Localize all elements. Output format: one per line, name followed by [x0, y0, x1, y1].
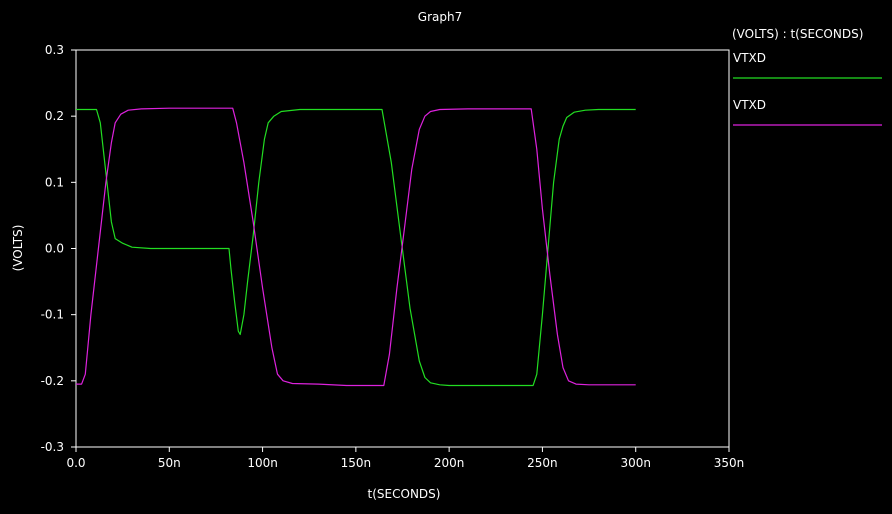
y-tick-label: 0.2	[45, 109, 64, 123]
y-tick-label: -0.2	[41, 374, 64, 388]
y-tick-label: 0.0	[45, 242, 64, 256]
legend-label: VTXD	[733, 98, 766, 112]
y-tick-label: 0.3	[45, 43, 64, 57]
x-tick-label: 50n	[158, 456, 181, 470]
x-tick-label: 300n	[620, 456, 651, 470]
axis-ticks: 0.0 50n 100n 150n 200n 250n 300n 350n 0.3 0.2 0.1 0…	[41, 43, 745, 470]
chart-title: Graph7	[418, 10, 462, 24]
chart: Graph7 (VOLTS) : t(SECONDS) (VOLTS) t(SE…	[11, 10, 882, 501]
x-tick-label: 0.0	[66, 456, 85, 470]
legend: VTXD VTXD	[733, 51, 882, 126]
x-tick-label: 150n	[341, 456, 372, 470]
series-line	[76, 107, 636, 387]
y-tick-label: -0.1	[41, 308, 64, 322]
x-tick-label: 200n	[434, 456, 465, 470]
x-tick-label: 100n	[247, 456, 278, 470]
y-tick-label: 0.1	[45, 175, 64, 189]
x-tick-label: 350n	[714, 456, 745, 470]
legend-label: VTXD	[733, 51, 766, 65]
series-line	[76, 108, 636, 387]
y-axis-label: (VOLTS)	[11, 225, 25, 272]
x-tick-label: 250n	[527, 456, 558, 470]
x-axis-label: t(SECONDS)	[368, 487, 441, 501]
legend-header: (VOLTS) : t(SECONDS)	[732, 27, 863, 41]
series-layer	[76, 107, 636, 387]
y-tick-label: -0.3	[41, 440, 64, 454]
